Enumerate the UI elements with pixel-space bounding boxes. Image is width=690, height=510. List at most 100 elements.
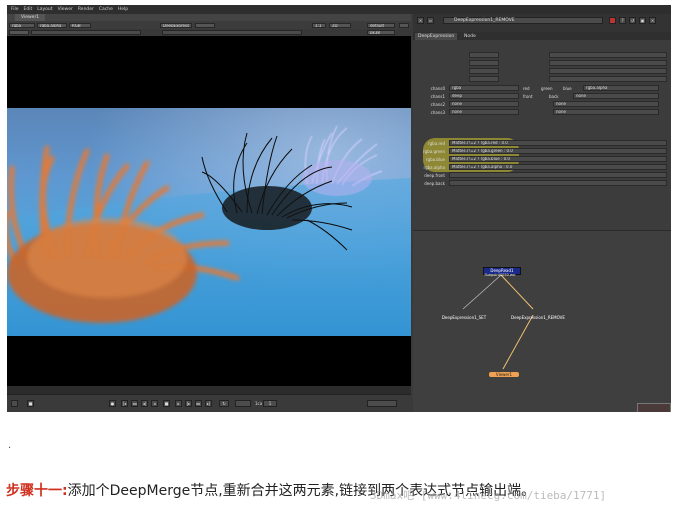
menu-help[interactable]: Help bbox=[118, 5, 128, 14]
node-color-swatch[interactable] bbox=[609, 17, 616, 24]
deep-front-field[interactable] bbox=[449, 172, 667, 178]
tab-viewer1[interactable]: Viewer1 bbox=[15, 14, 46, 21]
chans3-row: chans3 none none bbox=[413, 109, 671, 116]
expr-red-field[interactable]: Mattes.r!=2 ? rgba.red : 0.0 bbox=[449, 140, 667, 146]
viewer-status-bar: 1919x1079 bbox: 0 0 1920 1080 channels: … bbox=[7, 386, 411, 402]
lock-icon[interactable]: ■ bbox=[27, 400, 34, 407]
node-name-field[interactable]: DeepExpression1_REMOVE bbox=[443, 17, 603, 24]
deep-back-field[interactable] bbox=[449, 180, 667, 186]
input-b-dropdown[interactable] bbox=[195, 22, 215, 28]
deepexpression-remove-node[interactable]: DeepExpression1_REMOVE bbox=[505, 315, 571, 320]
deep-back-label: deep.back bbox=[424, 181, 445, 186]
layer-dropdown[interactable]: rgba.alpha bbox=[37, 22, 67, 28]
temp-expr-0[interactable] bbox=[549, 52, 667, 58]
deepread-file-label: fluepoint0050.exr bbox=[484, 273, 516, 277]
deep-front-row: deep.front bbox=[413, 172, 671, 179]
gain-slider[interactable] bbox=[31, 30, 141, 35]
chans1-back[interactable]: back bbox=[549, 93, 559, 100]
step-forward-icon[interactable]: |▸ bbox=[185, 400, 192, 407]
node-graph[interactable]: DeepRead1 fluepoint0050.exr DeepExpressi… bbox=[413, 230, 671, 412]
node-help-icon[interactable]: ? bbox=[619, 17, 626, 24]
lut-dropdown[interactable]: default bbox=[367, 22, 395, 28]
frame-increment-field[interactable] bbox=[235, 400, 251, 407]
chans0-dropdown[interactable]: rgba bbox=[449, 85, 519, 91]
viewer-options-button[interactable] bbox=[399, 22, 409, 28]
colorspace-dropdown[interactable]: RGB bbox=[69, 22, 91, 28]
undock-icon[interactable]: ▣ bbox=[639, 17, 646, 24]
menu-layout[interactable]: Layout bbox=[37, 5, 52, 14]
chans0-green[interactable]: green bbox=[541, 85, 553, 92]
pause-icon[interactable]: ■ bbox=[163, 400, 170, 407]
temp-expr-1[interactable] bbox=[549, 60, 667, 66]
last-frame-icon[interactable]: ▸| bbox=[205, 400, 212, 407]
play-icon[interactable]: ▸ bbox=[175, 400, 182, 407]
temp-name-2[interactable] bbox=[469, 68, 499, 74]
properties-body: chans0 rgba red green blue rgba.alpha ch… bbox=[413, 40, 671, 230]
prev-key-icon[interactable]: ◂◂ bbox=[131, 400, 138, 407]
chans3-label: chans3 bbox=[430, 110, 445, 115]
chans2-extra-dropdown[interactable]: none bbox=[553, 101, 659, 107]
deep-front-label: deep.front bbox=[424, 173, 445, 178]
edge-read-to-remove bbox=[500, 274, 534, 310]
edge-read-to-set bbox=[462, 274, 502, 310]
expr-alpha-field[interactable]: Mattes.r!=2 ? rgba.alpha : 0.0 bbox=[449, 164, 667, 170]
chans0-red[interactable]: red bbox=[523, 85, 530, 92]
tab-node[interactable]: Node bbox=[461, 33, 479, 40]
menu-render[interactable]: Render bbox=[78, 5, 94, 14]
chans2-label: chans2 bbox=[430, 102, 445, 107]
chans3-dropdown[interactable]: none bbox=[449, 109, 519, 115]
chans1-front[interactable]: front bbox=[523, 93, 533, 100]
chans0-row: chans0 rgba red green blue rgba.alpha bbox=[413, 85, 671, 92]
revert-icon[interactable]: ↺ bbox=[629, 17, 636, 24]
viewer-viewport[interactable] bbox=[7, 36, 411, 386]
edge-remove-to-viewer bbox=[502, 314, 534, 370]
zoom-dropdown[interactable]: 1:1 bbox=[312, 22, 326, 28]
menu-edit[interactable]: Edit bbox=[24, 5, 33, 14]
tab-deepexpression[interactable]: DeepExpression bbox=[415, 33, 458, 40]
chans0-blue[interactable]: blue bbox=[563, 85, 572, 92]
properties-header: DeepExpression1_REMOVE × ▫ ? ↺ ▣ × bbox=[413, 14, 671, 32]
temp-name-3[interactable] bbox=[469, 76, 499, 82]
chans2-dropdown[interactable]: none bbox=[449, 101, 519, 107]
close-panel-icon[interactable]: × bbox=[417, 17, 424, 24]
next-key-icon[interactable]: ▸▸ bbox=[195, 400, 202, 407]
chans3-extra-dropdown[interactable]: none bbox=[553, 109, 659, 115]
chans1-label: chans1 bbox=[430, 94, 445, 99]
float-panel-icon[interactable]: ▫ bbox=[427, 17, 434, 24]
input-a-dropdown[interactable]: DeepExpress bbox=[160, 22, 192, 28]
gamma-slider[interactable] bbox=[162, 30, 302, 35]
loop-icon[interactable]: ↻ bbox=[219, 400, 229, 407]
temp-name-1[interactable] bbox=[469, 60, 499, 66]
expr-blue-field[interactable]: Mattes.r!=2 ? rgba.blue : 0.0 bbox=[449, 156, 667, 162]
temp-name-0[interactable] bbox=[469, 52, 499, 58]
fps-field[interactable] bbox=[11, 400, 18, 407]
temp-expr-2[interactable] bbox=[549, 68, 667, 74]
viewer-node[interactable]: Viewer1 bbox=[489, 372, 519, 377]
frame-label: 1ca bbox=[255, 401, 263, 406]
chans1-extra-dropdown[interactable]: none bbox=[573, 93, 659, 99]
format-dropdown[interactable]: pk38 bbox=[367, 30, 395, 35]
timeline-range-field[interactable] bbox=[367, 400, 397, 407]
stop-icon[interactable]: ● bbox=[109, 400, 116, 407]
navigator-minimap[interactable] bbox=[637, 403, 671, 412]
properties-and-nodegraph: DeepExpression1_REMOVE × ▫ ? ↺ ▣ × DeepE… bbox=[413, 14, 671, 412]
deepexpression-set-node[interactable]: DeepExpression1_SET bbox=[435, 315, 493, 320]
step-back-icon[interactable]: ◂| bbox=[141, 400, 148, 407]
menu-cache[interactable]: Cache bbox=[99, 5, 113, 14]
first-frame-icon[interactable]: |◂ bbox=[121, 400, 128, 407]
expr-blue-label: rgba.blue bbox=[425, 157, 445, 162]
frame-field[interactable]: 1 bbox=[263, 400, 277, 407]
channels-dropdown[interactable]: rgba bbox=[9, 22, 35, 28]
chans0-alpha-dropdown[interactable]: rgba.alpha bbox=[583, 85, 659, 91]
menu-file[interactable]: File bbox=[11, 5, 19, 14]
chans1-dropdown[interactable]: deep bbox=[449, 93, 519, 99]
temp-expr-3[interactable] bbox=[549, 76, 667, 82]
expr-green-field[interactable]: Mattes.r!=2 ? rgba.green : 0.0 bbox=[449, 148, 667, 154]
close-node-icon[interactable]: × bbox=[649, 17, 656, 24]
deep-back-row: deep.back bbox=[413, 180, 671, 187]
viewer-panel: Viewer1 rgba rgba.alpha RGB DeepExpress … bbox=[7, 14, 411, 412]
view-mode-dropdown[interactable]: 2D bbox=[329, 22, 351, 28]
play-back-icon[interactable]: ◂ bbox=[151, 400, 158, 407]
menu-viewer[interactable]: Viewer bbox=[58, 5, 73, 14]
fstop-field[interactable] bbox=[9, 30, 29, 35]
